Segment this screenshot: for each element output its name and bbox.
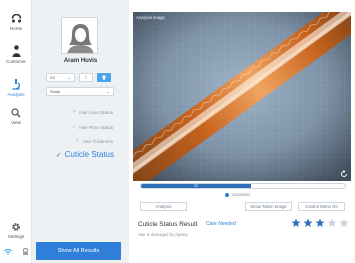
- customer-name: Aram Huvis: [63, 58, 98, 64]
- star-icon: [291, 218, 301, 227]
- nav-label-customer: Customer: [6, 59, 26, 64]
- gear-icon: [12, 223, 20, 231]
- result-title: Cuticle Status Result: [138, 221, 198, 228]
- nav-label-view: View: [11, 120, 21, 125]
- menu-item-label: Cuticle Status: [64, 150, 114, 159]
- menu-item-label: Hair Loss Status: [79, 109, 113, 115]
- area-value: Scalp: [50, 89, 61, 94]
- app-window: Home Customer Analysis View Settings Ara…: [0, 0, 355, 263]
- result-status-badge: Care Needed: [206, 221, 236, 227]
- info-icon: i: [85, 74, 87, 81]
- area-select[interactable]: Scalp ⌄: [46, 87, 114, 96]
- star-icon: [339, 218, 349, 227]
- menu-item-hair-pore[interactable]: ✓ Hair Pore Status: [72, 124, 113, 130]
- nav-label-home: Home: [9, 26, 23, 31]
- info-button[interactable]: i: [79, 73, 93, 82]
- nav-item-analysis[interactable]: Analysis: [0, 78, 32, 97]
- microscope-icon: [12, 79, 21, 90]
- wifi-icon: [4, 248, 12, 255]
- nav-label-analysis: Analysis: [7, 92, 25, 97]
- control-row: 2X ⌄ i: [46, 73, 111, 82]
- magnifier-icon: [11, 108, 21, 118]
- lightbulb-icon: [102, 74, 106, 80]
- nav-item-settings[interactable]: Settings: [0, 222, 32, 239]
- analysis-image[interactable]: Analysis image: [133, 12, 351, 181]
- light-toggle-button[interactable]: [97, 73, 111, 82]
- image-label: Analysis image: [136, 15, 165, 20]
- legend-dot: [225, 192, 229, 197]
- nav-item-customer[interactable]: Customer: [0, 45, 32, 64]
- nav-rail: Home Customer Analysis View Settings: [0, 0, 32, 263]
- control-menu-button[interactable]: Control Menu On: [298, 202, 345, 211]
- hair-micrograph: [133, 12, 351, 181]
- check-icon: ✓: [75, 138, 80, 144]
- nav-label-settings: Settings: [7, 234, 25, 239]
- legend-label: Customer: [232, 192, 251, 197]
- analysis-progress-bar: 37: [140, 183, 346, 189]
- legend: Customer: [225, 192, 250, 197]
- chevron-down-icon: ⌄: [106, 89, 110, 94]
- star-icon: [327, 218, 337, 227]
- menu-item-hair-thickness[interactable]: ✓ Hair Thickness: [76, 138, 114, 144]
- menu-item-label: Hair Thickness: [82, 138, 113, 144]
- battery-icon: [23, 248, 28, 255]
- main-area: Analysis image 37 Customer Analysis Show…: [129, 0, 355, 263]
- progress-fill: 37: [141, 184, 252, 188]
- check-icon: ✓: [72, 124, 77, 130]
- menu-item-hair-loss[interactable]: ✓ Hair Loss Status: [72, 109, 113, 115]
- nav-item-home[interactable]: Home: [0, 14, 32, 31]
- nav-item-view[interactable]: View: [0, 108, 32, 125]
- check-icon: ✓: [55, 151, 62, 159]
- home-logo-icon: [11, 14, 21, 23]
- analysis-button[interactable]: Analysis: [140, 202, 187, 211]
- chevron-down-icon: ⌄: [67, 75, 71, 80]
- menu-item-label: Hair Pore Status: [79, 124, 113, 130]
- result-description: Hair is damaged by dyeing: [138, 232, 188, 237]
- check-icon: ✓: [72, 109, 77, 115]
- rating-stars: [291, 218, 349, 228]
- rotate-icon[interactable]: [340, 170, 348, 178]
- show-taken-image-button[interactable]: Show Taken Image: [245, 202, 292, 211]
- customer-panel: Aram Huvis 2X ⌄ i Scalp ⌄ ✓ Hair Loss St…: [32, 0, 129, 263]
- customer-silhouette-icon: [62, 18, 97, 53]
- person-icon: [12, 45, 20, 57]
- star-icon: [303, 218, 313, 227]
- menu-item-cuticle-status[interactable]: ✓ Cuticle Status: [56, 150, 114, 159]
- magnification-value: 2X: [50, 75, 55, 80]
- avatar: [61, 17, 98, 54]
- show-all-results-button[interactable]: Show All Results: [36, 242, 121, 260]
- star-icon: [315, 218, 325, 227]
- status-icons: [4, 248, 28, 255]
- magnification-select[interactable]: 2X ⌄: [46, 73, 75, 82]
